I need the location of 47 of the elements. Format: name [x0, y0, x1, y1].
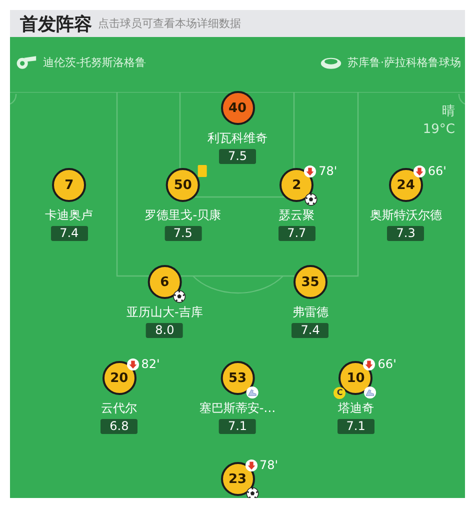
- substitution-icon: [244, 458, 258, 472]
- sub-minute: 66': [378, 357, 396, 371]
- whistle-icon: [15, 55, 37, 70]
- section-title: 首发阵容: [20, 12, 92, 36]
- player-name: 塔迪奇: [338, 400, 374, 417]
- player-number[interactable]: 24: [388, 168, 423, 202]
- player-number[interactable]: 50: [166, 168, 200, 202]
- player-rating: 8.0: [146, 323, 184, 338]
- player-name: 塞巴斯蒂安-…: [199, 400, 276, 417]
- player-number[interactable]: 53: [220, 361, 254, 395]
- player-rating: 7.4: [50, 226, 88, 241]
- coach-name: 迪伦茨-托努斯洛格鲁: [43, 55, 146, 70]
- player-rating: 7.4: [292, 323, 329, 338]
- substitution-icon: [412, 164, 426, 178]
- sub-minute: 78': [260, 458, 278, 472]
- player-rating: 7.1: [219, 419, 256, 434]
- player-number[interactable]: 40: [220, 91, 254, 125]
- player-name: 云代尔: [101, 400, 138, 417]
- player-number[interactable]: 6: [148, 265, 182, 299]
- temperature: 19°C: [422, 122, 455, 137]
- player-rating: 7.5: [164, 226, 202, 241]
- substitution-icon: [126, 358, 140, 370]
- player-rating: 6.8: [100, 419, 138, 434]
- player-rating: 7.7: [278, 226, 316, 241]
- stadium-name: 苏库鲁·萨拉科格鲁球场: [348, 55, 461, 70]
- player-rating: 7.3: [387, 226, 424, 241]
- sub-minute: 82': [141, 357, 160, 371]
- substitution-icon: [362, 358, 376, 370]
- player-number[interactable]: 7: [52, 168, 86, 202]
- player-name: 罗德里戈-贝康: [144, 207, 222, 224]
- captain-badge: C: [334, 387, 346, 399]
- player-rating: 7.1: [337, 419, 374, 434]
- hint-text: 点击球员可查看本场详细数据: [98, 16, 241, 31]
- sub-minute: 66': [428, 164, 446, 178]
- stadium-icon: [320, 55, 342, 70]
- player-name: 瑟云聚: [278, 207, 315, 224]
- player-rating: 7.5: [219, 149, 256, 164]
- player-name: 卡迪奥卢: [45, 207, 94, 224]
- player-name: 弗雷德: [292, 304, 328, 321]
- player-number[interactable]: 35: [293, 265, 328, 299]
- player-number[interactable]: 20: [102, 361, 136, 395]
- player-name: 利瓦科维奇: [208, 130, 268, 147]
- substitution-icon: [304, 164, 317, 178]
- weather-condition: 晴: [442, 103, 455, 120]
- sub-minute: 78': [318, 164, 338, 178]
- player-name: 奥斯特沃尔德: [370, 207, 442, 224]
- player-name: 亚历山大-吉库: [126, 304, 203, 321]
